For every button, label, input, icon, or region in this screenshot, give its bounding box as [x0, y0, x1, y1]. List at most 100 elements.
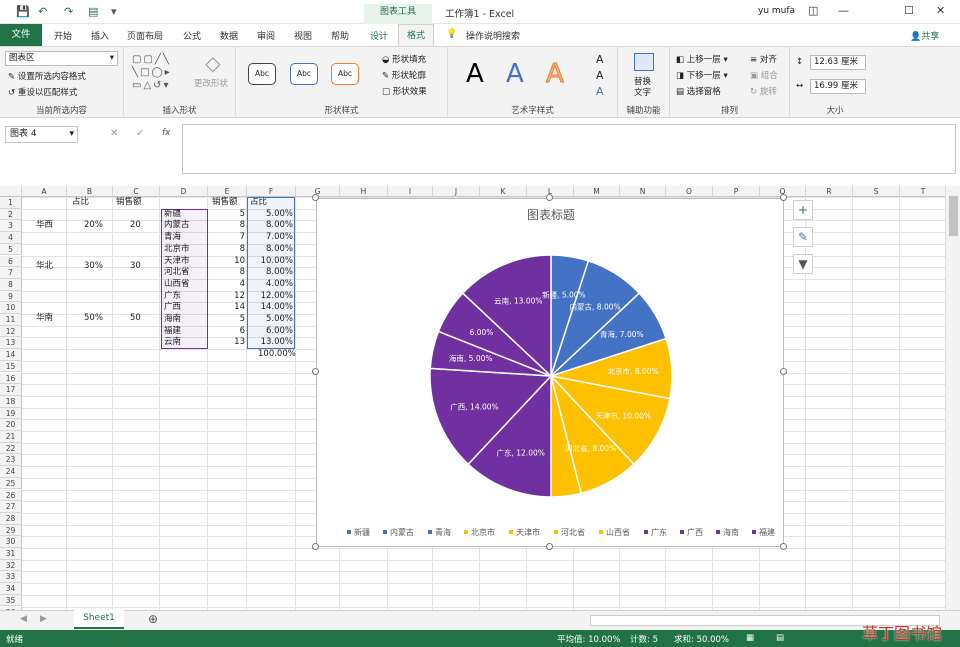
col-header-j[interactable]: J: [433, 186, 480, 197]
shape-style-3[interactable]: Abc: [331, 63, 359, 85]
undo-icon[interactable]: ↶: [38, 5, 47, 18]
cell-sales[interactable]: 6: [208, 326, 245, 337]
row-header-13[interactable]: 13: [0, 337, 22, 350]
maximize-icon[interactable]: ☐: [904, 4, 914, 17]
cell-sales[interactable]: 14: [208, 302, 245, 313]
row-header-16[interactable]: 16: [0, 372, 22, 385]
data-label[interactable]: 青海, 7.00%: [600, 329, 644, 339]
row-header-26[interactable]: 26: [0, 489, 22, 502]
resize-handle[interactable]: [312, 194, 319, 201]
wordart-style-blue[interactable]: A: [506, 59, 524, 89]
cell-province[interactable]: 山西省: [164, 279, 190, 290]
cell-percent[interactable]: 13.00%: [247, 337, 293, 348]
row-header-33[interactable]: 33: [0, 571, 22, 584]
wordart-style-black[interactable]: A: [466, 59, 484, 89]
row-header-23[interactable]: 23: [0, 454, 22, 467]
cell-percent[interactable]: 5.00%: [247, 209, 293, 220]
cell-sales[interactable]: 10: [208, 256, 245, 267]
row-header-27[interactable]: 27: [0, 501, 22, 513]
cell-b10[interactable]: 50%: [84, 313, 103, 324]
cell-province[interactable]: 内蒙古: [164, 220, 190, 231]
data-label[interactable]: 内蒙古, 8.00%: [570, 302, 621, 312]
cell-sales[interactable]: 13: [208, 337, 245, 348]
tab-formulas[interactable]: 公式: [183, 29, 201, 42]
formula-input[interactable]: [182, 124, 956, 174]
alt-text-icon[interactable]: [634, 53, 654, 71]
cell-percent[interactable]: 6.00%: [247, 326, 293, 337]
legend-entry[interactable]: 内蒙古: [390, 527, 414, 537]
tab-format[interactable]: 格式: [398, 24, 435, 46]
chart-area[interactable]: 图表标题 新疆, 5.00% 内蒙古, 8.00% 青海, 7.00% 北京市, 8.…: [316, 198, 811, 547]
cell-e1[interactable]: 销售额: [212, 197, 238, 208]
cell-a3[interactable]: 华西: [36, 220, 53, 231]
col-header-d[interactable]: D: [160, 186, 208, 197]
wordart-style-orange[interactable]: A: [546, 59, 565, 90]
legend-entry[interactable]: 青海: [435, 527, 451, 537]
tab-page-layout[interactable]: 页面布局: [127, 29, 163, 42]
col-header-s[interactable]: S: [853, 186, 900, 197]
row-header-30[interactable]: 30: [0, 536, 22, 548]
next-sheet-icon[interactable]: ▶: [40, 614, 47, 624]
col-header-p[interactable]: P: [713, 186, 760, 197]
tab-view[interactable]: 视图: [294, 29, 312, 42]
col-header-b[interactable]: B: [67, 186, 113, 197]
selection-pane-button[interactable]: ▤ 选择窗格: [676, 85, 721, 97]
col-header-h[interactable]: H: [340, 186, 388, 197]
row-header-29[interactable]: 29: [0, 524, 22, 537]
text-outline-icon[interactable]: A: [596, 69, 604, 82]
minimize-icon[interactable]: —: [838, 4, 849, 17]
data-label[interactable]: 天津市, 10.00%: [595, 411, 651, 421]
alt-text-label-2[interactable]: 文字: [634, 86, 651, 98]
row-header-35[interactable]: 35: [0, 594, 22, 607]
cell-sales[interactable]: 8: [208, 244, 245, 255]
text-effects-icon[interactable]: A: [596, 85, 604, 98]
tab-review[interactable]: 审阅: [257, 29, 275, 42]
page-layout-view-icon[interactable]: ▤: [776, 633, 784, 643]
chart-styles-button[interactable]: ✎: [793, 227, 813, 247]
legend-entry[interactable]: 山西省: [606, 527, 630, 537]
shape-fill-button[interactable]: ◒ 形状填充: [382, 53, 426, 65]
bring-forward-button[interactable]: ◧ 上移一层 ▾: [676, 53, 728, 65]
data-label[interactable]: 河北省, 8.00%: [565, 443, 616, 453]
row-header-15[interactable]: 15: [0, 360, 22, 373]
cell-sales[interactable]: 5: [208, 314, 245, 325]
cell-percent[interactable]: 7.00%: [247, 232, 293, 243]
resize-handle[interactable]: [312, 368, 319, 375]
cancel-icon[interactable]: ✕: [110, 128, 118, 139]
close-icon[interactable]: ✕: [936, 4, 945, 17]
resize-handle[interactable]: [546, 543, 553, 550]
cell-sales[interactable]: 12: [208, 291, 245, 302]
reset-style-button[interactable]: ↺ 重设以匹配样式: [8, 86, 77, 98]
cell-province[interactable]: 青海: [164, 232, 181, 243]
col-header-f[interactable]: F: [247, 186, 296, 197]
legend-entry[interactable]: 广西: [687, 527, 703, 537]
cell-b6[interactable]: 30%: [84, 261, 103, 272]
row-header-18[interactable]: 18: [0, 395, 22, 408]
normal-view-icon[interactable]: ▦: [746, 633, 754, 643]
col-header-r[interactable]: R: [806, 186, 853, 197]
col-header-k[interactable]: K: [480, 186, 527, 197]
tab-insert[interactable]: 插入: [91, 29, 109, 42]
chart-element-dropdown[interactable]: 图表区 ▾: [5, 51, 118, 66]
shapes-gallery[interactable]: ▢▢╱╲ ╲□◯▸ ▭△↺▾: [132, 53, 190, 92]
cell-sales[interactable]: 4: [208, 279, 245, 290]
cell-percent[interactable]: 5.00%: [247, 314, 293, 325]
cell-f14[interactable]: 100.00%: [258, 349, 296, 360]
cell-sales[interactable]: 5: [208, 209, 245, 220]
row-header-20[interactable]: 20: [0, 419, 22, 431]
cell-a6[interactable]: 华北: [36, 261, 53, 272]
tab-help[interactable]: 帮助: [331, 29, 349, 42]
legend-entry[interactable]: 北京市: [471, 527, 495, 537]
shape-style-2[interactable]: Abc: [290, 63, 318, 85]
select-all-corner[interactable]: [0, 186, 22, 197]
vertical-scrollbar[interactable]: [945, 186, 960, 610]
row-header-28[interactable]: 28: [0, 512, 22, 525]
resize-handle[interactable]: [546, 194, 553, 201]
cell-sales[interactable]: 7: [208, 232, 245, 243]
cell-b3[interactable]: 20%: [84, 220, 103, 231]
row-header-22[interactable]: 22: [0, 442, 22, 455]
cell-percent[interactable]: 14.00%: [247, 302, 293, 313]
cell-sales[interactable]: 8: [208, 220, 245, 231]
col-header-t[interactable]: T: [900, 186, 945, 197]
text-fill-icon[interactable]: A: [596, 53, 604, 66]
